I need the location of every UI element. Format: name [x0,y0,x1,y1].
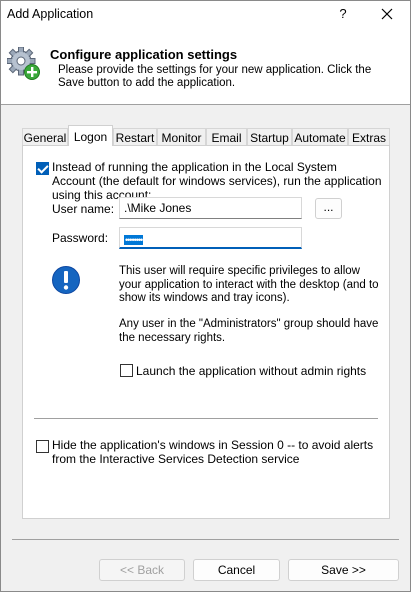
info-text-privileges: This user will require specific privileg… [119,265,379,304]
save-button[interactable]: Save >> [288,559,399,581]
title-bar: Add Application ? [1,1,410,28]
tab-extras[interactable]: Extras [348,128,390,146]
back-button[interactable]: << Back [99,559,185,581]
password-value: •••••••• [124,235,143,245]
header-description: Please provide the settings for your new… [58,64,372,89]
section-divider [34,418,378,419]
tab-automate[interactable]: Automate [292,128,348,146]
footer-divider [12,539,399,540]
header-banner: Configure application settings Please pr… [1,28,410,105]
info-text-administrators: Any user in the "Administrators" group s… [119,318,379,344]
run-as-account-label: Instead of running the application in th… [52,160,382,202]
tab-general[interactable]: General [22,128,68,146]
exclamation-icon [51,265,81,295]
user-name-label: User name: [52,202,115,216]
header-title: Configure application settings [50,47,238,62]
browse-user-button[interactable]: ... [315,198,342,219]
tab-monitor[interactable]: Monitor [157,128,206,146]
hide-session0-checkbox[interactable] [36,440,49,453]
tab-logon[interactable]: Logon [68,125,113,146]
password-input[interactable]: •••••••• [119,227,302,249]
close-button[interactable] [376,4,398,24]
tab-startup[interactable]: Startup [247,128,292,146]
run-as-account-checkbox[interactable] [36,162,49,175]
logon-tab-page: Instead of running the application in th… [22,145,390,519]
password-label: Password: [52,231,109,245]
add-application-window: Add Application ? Configure application … [0,0,411,592]
tab-restart[interactable]: Restart [113,128,157,146]
tab-strip: General Logon Restart Monitor Email Star… [22,125,390,146]
close-icon [381,8,393,20]
user-name-input[interactable]: .\Mike Jones [119,197,302,219]
help-button[interactable]: ? [334,6,352,21]
window-title: Add Application [7,7,94,21]
tab-email[interactable]: Email [206,128,247,146]
hide-session0-label: Hide the application's windows in Sessio… [52,438,374,466]
launch-without-admin-label: Launch the application without admin rig… [136,364,367,378]
cancel-button[interactable]: Cancel [193,559,280,581]
launch-without-admin-checkbox[interactable] [120,364,133,377]
gear-add-icon [6,46,41,81]
